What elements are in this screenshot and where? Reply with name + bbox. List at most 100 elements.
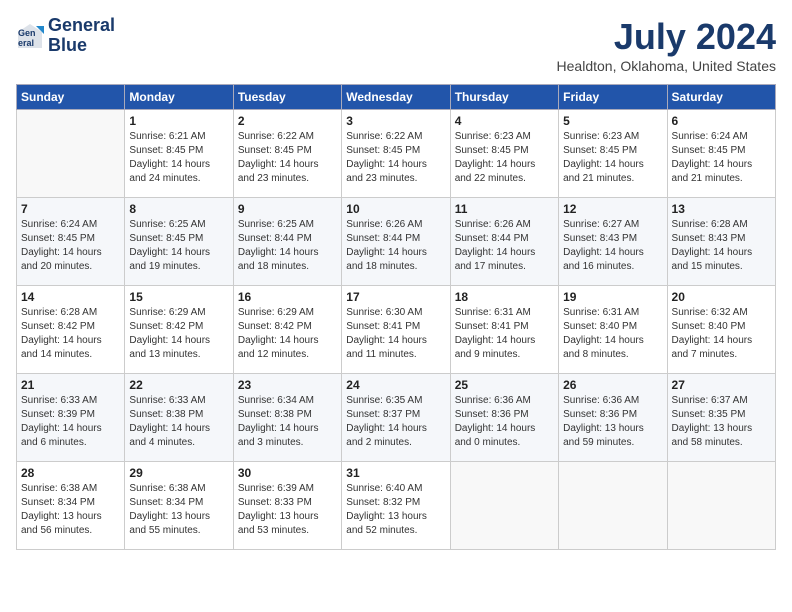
calendar-cell: [667, 462, 775, 550]
day-number: 5: [563, 114, 662, 128]
day-number: 9: [238, 202, 337, 216]
day-info: Sunrise: 6:25 AM Sunset: 8:45 PM Dayligh…: [129, 218, 228, 274]
weekday-header-saturday: Saturday: [667, 85, 775, 110]
day-info: Sunrise: 6:30 AM Sunset: 8:41 PM Dayligh…: [346, 306, 445, 362]
day-info: Sunrise: 6:24 AM Sunset: 8:45 PM Dayligh…: [21, 218, 120, 274]
weekday-header-friday: Friday: [559, 85, 667, 110]
day-number: 20: [672, 290, 771, 304]
page-header: Gen eral General Blue July 2024 Healdton…: [16, 16, 776, 74]
calendar-cell: 11 Sunrise: 6:26 AM Sunset: 8:44 PM Dayli…: [450, 198, 558, 286]
calendar-cell: 15 Sunrise: 6:29 AM Sunset: 8:42 PM Dayli…: [125, 286, 233, 374]
weekday-header-tuesday: Tuesday: [233, 85, 341, 110]
calendar-cell: 4 Sunrise: 6:23 AM Sunset: 8:45 PM Daylig…: [450, 110, 558, 198]
day-info: Sunrise: 6:38 AM Sunset: 8:34 PM Dayligh…: [129, 482, 228, 538]
day-number: 18: [455, 290, 554, 304]
day-number: 4: [455, 114, 554, 128]
day-number: 22: [129, 378, 228, 392]
calendar-cell: 10 Sunrise: 6:26 AM Sunset: 8:44 PM Dayli…: [342, 198, 450, 286]
calendar-week-5: 28Sunrise: 6:38 AM Sunset: 8:34 PM Dayli…: [17, 462, 776, 550]
calendar-header: SundayMondayTuesdayWednesdayThursdayFrid…: [17, 85, 776, 110]
day-info: Sunrise: 6:28 AM Sunset: 8:43 PM Dayligh…: [672, 218, 771, 274]
day-info: Sunrise: 6:22 AM Sunset: 8:45 PM Dayligh…: [238, 130, 337, 186]
day-number: 14: [21, 290, 120, 304]
day-info: Sunrise: 6:29 AM Sunset: 8:42 PM Dayligh…: [129, 306, 228, 362]
calendar-cell: 17 Sunrise: 6:30 AM Sunset: 8:41 PM Dayli…: [342, 286, 450, 374]
calendar-table: SundayMondayTuesdayWednesdayThursdayFrid…: [16, 84, 776, 550]
calendar-cell: 24Sunrise: 6:35 AM Sunset: 8:37 PM Dayli…: [342, 374, 450, 462]
calendar-cell: 28Sunrise: 6:38 AM Sunset: 8:34 PM Dayli…: [17, 462, 125, 550]
calendar-cell: 22 Sunrise: 6:33 AM Sunset: 8:38 PM Dayli…: [125, 374, 233, 462]
calendar-cell: [450, 462, 558, 550]
calendar-cell: 3 Sunrise: 6:22 AM Sunset: 8:45 PM Daylig…: [342, 110, 450, 198]
day-info: Sunrise: 6:23 AM Sunset: 8:45 PM Dayligh…: [455, 130, 554, 186]
day-number: 24: [346, 378, 445, 392]
day-number: 3: [346, 114, 445, 128]
day-number: 30: [238, 466, 337, 480]
calendar-cell: [559, 462, 667, 550]
day-info: Sunrise: 6:38 AM Sunset: 8:34 PM Dayligh…: [21, 482, 120, 538]
weekday-header-sunday: Sunday: [17, 85, 125, 110]
day-number: 29: [129, 466, 228, 480]
day-info: Sunrise: 6:31 AM Sunset: 8:41 PM Dayligh…: [455, 306, 554, 362]
day-number: 1: [129, 114, 228, 128]
calendar-cell: 5 Sunrise: 6:23 AM Sunset: 8:45 PM Daylig…: [559, 110, 667, 198]
calendar-cell: 16Sunrise: 6:29 AM Sunset: 8:42 PM Dayli…: [233, 286, 341, 374]
day-number: 17: [346, 290, 445, 304]
calendar-cell: 31Sunrise: 6:40 AM Sunset: 8:32 PM Dayli…: [342, 462, 450, 550]
calendar-cell: 26Sunrise: 6:36 AM Sunset: 8:36 PM Dayli…: [559, 374, 667, 462]
day-info: Sunrise: 6:23 AM Sunset: 8:45 PM Dayligh…: [563, 130, 662, 186]
day-info: Sunrise: 6:31 AM Sunset: 8:40 PM Dayligh…: [563, 306, 662, 362]
calendar-week-1: 1 Sunrise: 6:21 AM Sunset: 8:45 PM Daylig…: [17, 110, 776, 198]
day-number: 27: [672, 378, 771, 392]
calendar-cell: 12 Sunrise: 6:27 AM Sunset: 8:43 PM Dayli…: [559, 198, 667, 286]
calendar-cell: 6Sunrise: 6:24 AM Sunset: 8:45 PM Daylig…: [667, 110, 775, 198]
day-number: 8: [129, 202, 228, 216]
logo: Gen eral General Blue: [16, 16, 115, 56]
day-number: 15: [129, 290, 228, 304]
calendar-cell: 18 Sunrise: 6:31 AM Sunset: 8:41 PM Dayli…: [450, 286, 558, 374]
day-number: 12: [563, 202, 662, 216]
calendar-cell: 29 Sunrise: 6:38 AM Sunset: 8:34 PM Dayli…: [125, 462, 233, 550]
day-info: Sunrise: 6:33 AM Sunset: 8:38 PM Dayligh…: [129, 394, 228, 450]
logo-line2: Blue: [48, 36, 115, 56]
day-number: 19: [563, 290, 662, 304]
day-number: 23: [238, 378, 337, 392]
day-info: Sunrise: 6:27 AM Sunset: 8:43 PM Dayligh…: [563, 218, 662, 274]
calendar-cell: 19 Sunrise: 6:31 AM Sunset: 8:40 PM Dayli…: [559, 286, 667, 374]
calendar-cell: 1 Sunrise: 6:21 AM Sunset: 8:45 PM Daylig…: [125, 110, 233, 198]
day-number: 25: [455, 378, 554, 392]
calendar-cell: 27 Sunrise: 6:37 AM Sunset: 8:35 PM Dayli…: [667, 374, 775, 462]
day-info: Sunrise: 6:28 AM Sunset: 8:42 PM Dayligh…: [21, 306, 120, 362]
weekday-header-monday: Monday: [125, 85, 233, 110]
day-info: Sunrise: 6:39 AM Sunset: 8:33 PM Dayligh…: [238, 482, 337, 538]
day-info: Sunrise: 6:21 AM Sunset: 8:45 PM Dayligh…: [129, 130, 228, 186]
day-info: Sunrise: 6:22 AM Sunset: 8:45 PM Dayligh…: [346, 130, 445, 186]
day-number: 11: [455, 202, 554, 216]
day-number: 21: [21, 378, 120, 392]
day-number: 2: [238, 114, 337, 128]
calendar-week-2: 7 Sunrise: 6:24 AM Sunset: 8:45 PM Daylig…: [17, 198, 776, 286]
day-info: Sunrise: 6:37 AM Sunset: 8:35 PM Dayligh…: [672, 394, 771, 450]
calendar-cell: 25Sunrise: 6:36 AM Sunset: 8:36 PM Dayli…: [450, 374, 558, 462]
calendar-week-3: 14 Sunrise: 6:28 AM Sunset: 8:42 PM Dayli…: [17, 286, 776, 374]
calendar-cell: 9Sunrise: 6:25 AM Sunset: 8:44 PM Daylig…: [233, 198, 341, 286]
logo-line1: General: [48, 16, 115, 36]
day-info: Sunrise: 6:32 AM Sunset: 8:40 PM Dayligh…: [672, 306, 771, 362]
calendar-week-4: 21Sunrise: 6:33 AM Sunset: 8:39 PM Dayli…: [17, 374, 776, 462]
svg-text:Gen: Gen: [18, 28, 36, 38]
calendar-cell: 21Sunrise: 6:33 AM Sunset: 8:39 PM Dayli…: [17, 374, 125, 462]
day-info: Sunrise: 6:36 AM Sunset: 8:36 PM Dayligh…: [563, 394, 662, 450]
weekday-header-wednesday: Wednesday: [342, 85, 450, 110]
day-info: Sunrise: 6:26 AM Sunset: 8:44 PM Dayligh…: [455, 218, 554, 274]
day-number: 10: [346, 202, 445, 216]
calendar-cell: 7 Sunrise: 6:24 AM Sunset: 8:45 PM Daylig…: [17, 198, 125, 286]
calendar-cell: 13Sunrise: 6:28 AM Sunset: 8:43 PM Dayli…: [667, 198, 775, 286]
location: Healdton, Oklahoma, United States: [557, 58, 776, 74]
calendar-cell: 2 Sunrise: 6:22 AM Sunset: 8:45 PM Daylig…: [233, 110, 341, 198]
day-number: 16: [238, 290, 337, 304]
weekday-row: SundayMondayTuesdayWednesdayThursdayFrid…: [17, 85, 776, 110]
day-info: Sunrise: 6:26 AM Sunset: 8:44 PM Dayligh…: [346, 218, 445, 274]
day-number: 7: [21, 202, 120, 216]
calendar-cell: 23Sunrise: 6:34 AM Sunset: 8:38 PM Dayli…: [233, 374, 341, 462]
day-number: 6: [672, 114, 771, 128]
